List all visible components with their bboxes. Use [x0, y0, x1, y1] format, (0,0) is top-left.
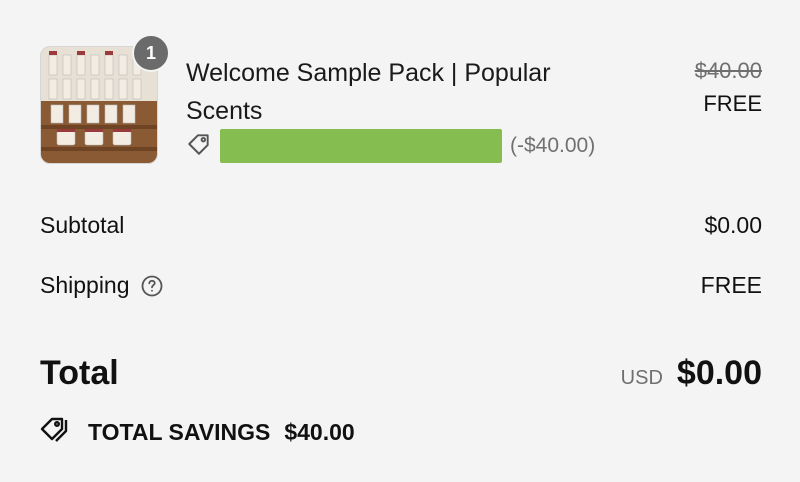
- help-circle-icon[interactable]: [140, 274, 164, 298]
- original-price: $40.00: [694, 58, 762, 83]
- shipping-label: Shipping: [40, 272, 130, 298]
- shipping-value: FREE: [700, 272, 762, 298]
- discount-amount: (-$40.00): [510, 134, 596, 157]
- total-value: $0.00: [676, 354, 762, 392]
- quantity-badge: 1: [132, 34, 170, 72]
- savings-label: TOTAL SAVINGS: [88, 418, 271, 445]
- discount-row: (-$40.00): [186, 128, 595, 164]
- discount-code-redacted: [220, 129, 502, 163]
- tags-icon: [40, 414, 74, 450]
- total-label: Total: [40, 354, 119, 392]
- product-title: Welcome Sample Pack | Popular Scents: [186, 59, 551, 125]
- subtotal-row: Subtotal $0.00: [40, 212, 762, 239]
- shipping-label-group: Shipping: [40, 272, 164, 299]
- total-amount-group: USD $0.00: [621, 354, 762, 393]
- total-row: Total USD $0.00: [40, 354, 762, 393]
- line-item: 1 Welcome Sample Pack | Popular Scents $…: [40, 34, 762, 166]
- savings-value: $40.00: [284, 418, 355, 445]
- discounted-price: FREE: [703, 91, 762, 116]
- tag-icon: [186, 131, 212, 162]
- subtotal-value: $0.00: [704, 212, 762, 238]
- total-savings: TOTAL SAVINGS $40.00: [40, 414, 355, 450]
- currency-code: USD: [620, 367, 663, 389]
- subtotal-label: Subtotal: [40, 212, 125, 238]
- price-column: $40.00 FREE: [695, 56, 762, 124]
- shipping-row: Shipping FREE: [40, 272, 762, 299]
